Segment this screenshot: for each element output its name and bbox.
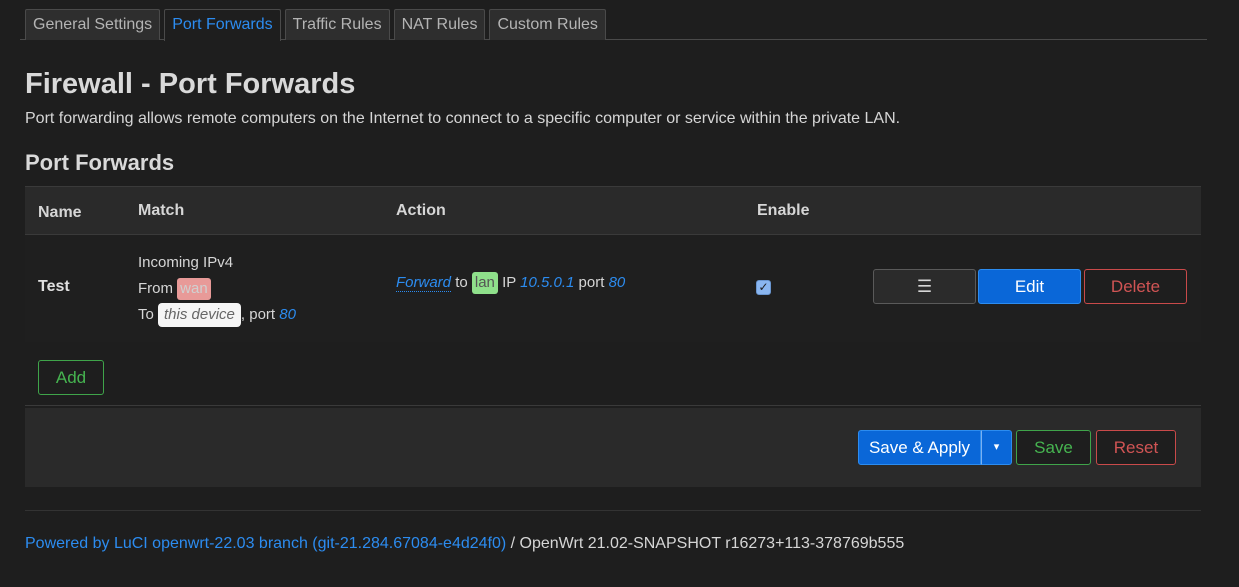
table-row: Test Incoming IPv4 From wan To this devi… bbox=[25, 235, 1201, 342]
tab-bar: General Settings Port Forwards Traffic R… bbox=[20, 9, 1207, 41]
page-actions: Save & Apply ▾ Save Reset bbox=[25, 408, 1201, 487]
table-header: Name Match Action Enable bbox=[25, 187, 1201, 235]
footer-divider bbox=[25, 510, 1201, 511]
save-apply-dropdown-button[interactable]: ▾ bbox=[981, 430, 1012, 465]
match-from-label: From bbox=[138, 280, 173, 297]
match-family: Incoming IPv4 bbox=[138, 254, 234, 271]
rule-name: Test bbox=[38, 278, 70, 295]
delete-button[interactable]: Delete bbox=[1084, 269, 1187, 304]
openwrt-version: / OpenWrt 21.02-SNAPSHOT r16273+113-3787… bbox=[506, 535, 905, 552]
match-from: From wan bbox=[138, 276, 296, 302]
rule-action: Forward to lan IP 10.5.0.1 port 80 bbox=[396, 272, 625, 294]
page-title: Firewall - Port Forwards bbox=[25, 68, 356, 100]
tab-nat-rules[interactable]: NAT Rules bbox=[393, 9, 486, 40]
edit-button[interactable]: Edit bbox=[978, 269, 1081, 304]
column-header-match: Match bbox=[138, 202, 185, 219]
footer-powered-by: Powered by LuCI openwrt-22.03 branch (gi… bbox=[25, 535, 904, 553]
luci-link[interactable]: Powered by LuCI openwrt-22.03 branch (gi… bbox=[25, 535, 506, 552]
save-button[interactable]: Save bbox=[1016, 430, 1091, 465]
port-forwards-table: Name Match Action Enable Test Incoming I… bbox=[25, 186, 1201, 406]
enable-cell: ✓ bbox=[756, 280, 771, 295]
match-port-value: 80 bbox=[279, 306, 296, 323]
add-row: Add bbox=[25, 342, 1201, 406]
add-button[interactable]: Add bbox=[38, 360, 104, 395]
zone-badge-wan: wan bbox=[177, 278, 211, 300]
tab-general-settings[interactable]: General Settings bbox=[25, 9, 161, 40]
caret-down-icon: ▾ bbox=[993, 441, 1000, 453]
section-title: Port Forwards bbox=[25, 150, 175, 175]
match-port-label: , port bbox=[240, 306, 276, 323]
match-to: To this device, port 80 bbox=[138, 302, 296, 328]
enable-checkbox[interactable]: ✓ bbox=[756, 280, 771, 295]
zone-badge-lan: lan bbox=[471, 272, 498, 294]
page-description: Port forwarding allows remote computers … bbox=[25, 110, 901, 127]
reset-button[interactable]: Reset bbox=[1096, 430, 1176, 465]
menu-icon: ☰ bbox=[916, 277, 933, 296]
tab-traffic-rules[interactable]: Traffic Rules bbox=[284, 9, 390, 40]
action-ip-value: 10.5.0.1 bbox=[520, 274, 575, 291]
column-header-name: Name bbox=[38, 204, 82, 221]
action-ip-label: IP bbox=[502, 274, 516, 291]
tab-port-forwards[interactable]: Port Forwards bbox=[164, 9, 281, 41]
action-verb: Forward bbox=[396, 274, 452, 292]
device-badge: this device bbox=[158, 303, 241, 327]
rule-match: Incoming IPv4 From wan To this device, p… bbox=[138, 250, 296, 328]
save-apply-button[interactable]: Save & Apply bbox=[858, 430, 981, 465]
column-header-enable: Enable bbox=[757, 202, 810, 219]
match-to-label: To bbox=[138, 306, 154, 323]
action-port-value: 80 bbox=[608, 274, 626, 291]
drag-handle-button[interactable]: ☰ bbox=[873, 269, 976, 304]
tab-custom-rules[interactable]: Custom Rules bbox=[489, 9, 606, 40]
action-port-label: port bbox=[578, 274, 605, 291]
action-to-label: to bbox=[455, 274, 468, 291]
column-header-action: Action bbox=[396, 202, 446, 219]
